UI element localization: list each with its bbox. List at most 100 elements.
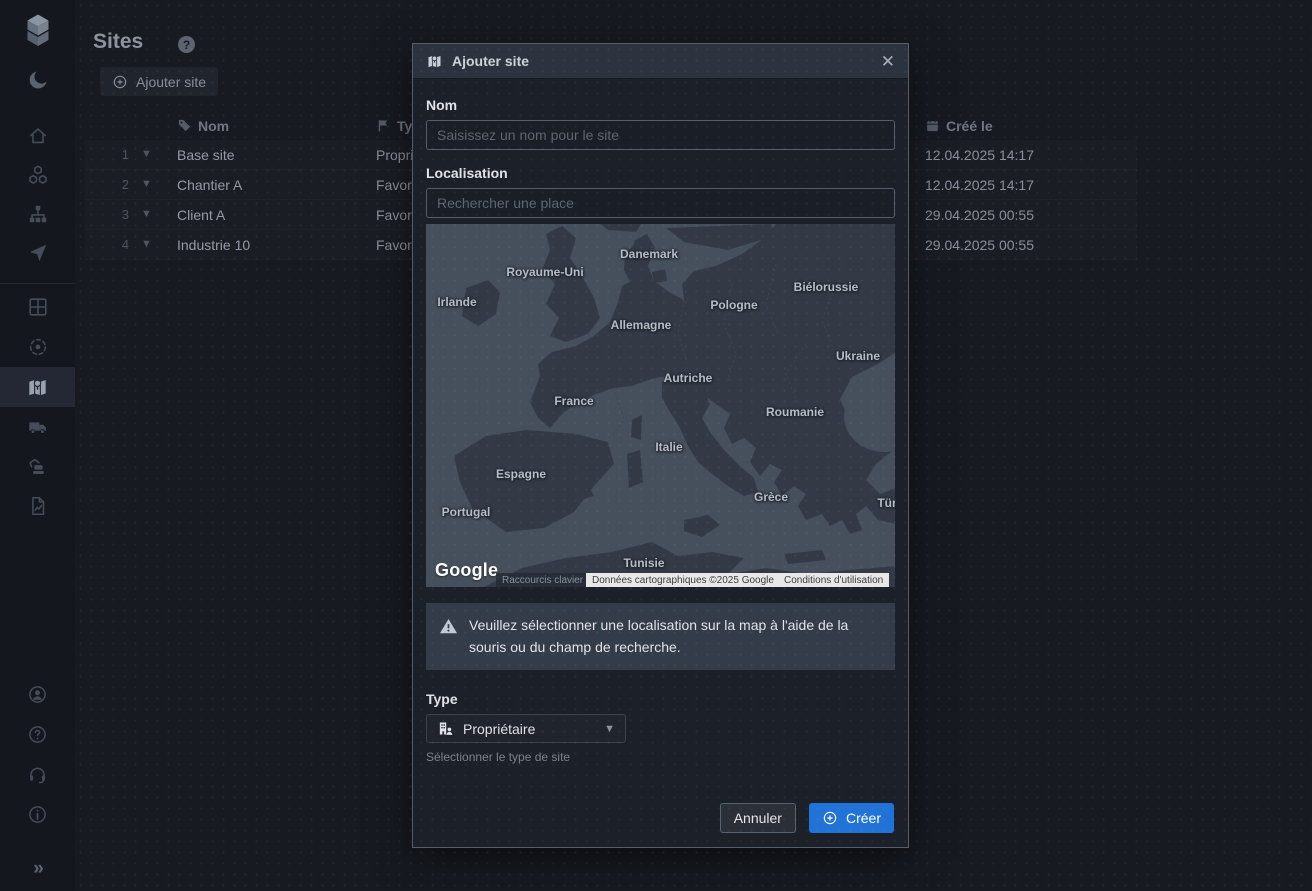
- map-keyboard-shortcuts[interactable]: Raccourcis clavier: [496, 573, 589, 587]
- site-type-cell: Favori: [376, 207, 415, 223]
- create-button[interactable]: Créer: [809, 803, 894, 833]
- site-name-input[interactable]: [426, 120, 895, 150]
- add-site-button-label: Ajouter site: [136, 74, 206, 90]
- map-country-label: Tür: [877, 496, 895, 510]
- moon-dark-mode-icon: [26, 68, 50, 92]
- map-terms-link[interactable]: Conditions d'utilisation: [778, 573, 889, 587]
- create-button-label: Créer: [846, 810, 881, 826]
- home-icon: [27, 125, 49, 147]
- sidebar: »: [0, 0, 75, 891]
- sidebar-item-support[interactable]: [0, 755, 75, 793]
- plus-circle-icon: [112, 74, 128, 90]
- map-country-label: Biélorussie: [794, 280, 859, 294]
- map-attribution: Données cartographiques ©2025 Google: [586, 573, 780, 587]
- sidebar-item-vehicles[interactable]: [0, 408, 75, 446]
- flag-icon: [376, 118, 391, 136]
- map-pin-icon: [426, 53, 443, 70]
- map-country-label: Roumanie: [766, 405, 824, 419]
- add-site-modal: Ajouter site ✕ Nom Localisation: [412, 43, 909, 848]
- cancel-button[interactable]: Annuler: [720, 803, 796, 833]
- site-created-cell: 29.04.2025 00:55: [925, 207, 1034, 223]
- tag-icon: [177, 118, 192, 136]
- building-owner-icon: [437, 720, 454, 737]
- google-map[interactable]: Irlande Royaume-Uni Danemark Pologne Biéloru…: [426, 224, 895, 587]
- site-name-cell[interactable]: Chantier A: [177, 177, 242, 193]
- sidebar-item-navigation[interactable]: [0, 234, 75, 272]
- type-field-label: Type: [426, 691, 895, 707]
- sidebar-item-target[interactable]: [0, 328, 75, 366]
- row-expand-caret-icon[interactable]: ▼: [141, 208, 152, 220]
- target-focus-icon: [27, 336, 49, 358]
- close-icon: ✕: [881, 52, 895, 71]
- chevrons-right-icon: »: [33, 858, 42, 880]
- sidebar-item-hierarchy[interactable]: [0, 195, 75, 233]
- app-logo-cube-icon: [20, 9, 56, 53]
- headset-support-icon: [27, 764, 48, 785]
- map-sites-icon: [26, 376, 49, 399]
- location-search-input[interactable]: [426, 188, 895, 218]
- map-country-label: Grèce: [754, 490, 788, 504]
- info-circle-icon: [27, 804, 48, 825]
- map-country-label: Portugal: [442, 505, 491, 519]
- sidebar-item-profile[interactable]: [0, 675, 75, 713]
- sidebar-item-dashboard[interactable]: [0, 288, 75, 326]
- sidebar-item-sites[interactable]: [0, 367, 75, 407]
- sidebar-expand-button[interactable]: »: [0, 850, 75, 888]
- column-header-name[interactable]: Nom: [198, 118, 229, 134]
- map-country-label: Royaume-Uni: [506, 265, 583, 279]
- add-site-button[interactable]: Ajouter site: [100, 67, 218, 96]
- calendar-icon: [925, 118, 940, 136]
- sidebar-item-machines[interactable]: [0, 447, 75, 485]
- user-circle-icon: [27, 684, 48, 705]
- map-country-label: Pologne: [710, 298, 757, 312]
- grid-layout-icon: [27, 296, 49, 318]
- map-country-label: Tunisie: [623, 556, 664, 570]
- sitemap-hierarchy-icon: [27, 203, 49, 225]
- cubes-modules-icon: [27, 164, 49, 186]
- row-expand-caret-icon[interactable]: ▼: [141, 178, 152, 190]
- location-arrow-icon: [27, 242, 49, 264]
- site-name-cell[interactable]: Client A: [177, 207, 225, 223]
- google-logo[interactable]: Google: [435, 560, 498, 581]
- sidebar-item-home[interactable]: [0, 117, 75, 155]
- site-name-cell[interactable]: Base site: [177, 147, 235, 163]
- chevron-down-icon: ▼: [604, 723, 615, 735]
- excavator-icon: [27, 455, 49, 477]
- map-country-label: Italie: [655, 440, 682, 454]
- sidebar-item-dark-mode[interactable]: [0, 61, 75, 99]
- map-country-label: Ukraine: [836, 349, 880, 363]
- file-report-icon: [27, 495, 49, 517]
- site-created-cell: 29.04.2025 00:55: [925, 237, 1034, 253]
- map-country-label: France: [554, 394, 593, 408]
- page-title: Sites: [93, 30, 143, 54]
- sidebar-item-help[interactable]: [0, 715, 75, 753]
- location-warning-text: Veuillez sélectionner une localisation s…: [469, 615, 882, 658]
- modal-body: Nom Localisation: [413, 79, 908, 848]
- map-country-label: Autriche: [664, 371, 713, 385]
- modal-footer: Annuler Créer: [720, 803, 894, 833]
- site-created-cell: 12.04.2025 14:17: [925, 177, 1034, 193]
- site-type-cell: Favori: [376, 177, 415, 193]
- site-type-select[interactable]: Propriétaire ▼: [426, 714, 626, 743]
- map-country-label: Allemagne: [611, 318, 672, 332]
- sidebar-item-info[interactable]: [0, 795, 75, 833]
- location-field-label: Localisation: [426, 165, 895, 181]
- map-country-label: Espagne: [496, 467, 546, 481]
- sidebar-item-reports[interactable]: [0, 487, 75, 525]
- row-expand-caret-icon[interactable]: ▼: [141, 148, 152, 160]
- site-type-value: Propriétaire: [463, 721, 535, 737]
- site-type-cell: Favori: [376, 237, 415, 253]
- map-country-label: Danemark: [620, 247, 678, 261]
- sidebar-divider: [0, 283, 75, 284]
- modal-close-button[interactable]: ✕: [881, 53, 895, 70]
- page-help-icon[interactable]: ?: [178, 36, 195, 53]
- sidebar-item-modules[interactable]: [0, 156, 75, 194]
- site-name-cell[interactable]: Industrie 10: [177, 237, 250, 253]
- modal-header: Ajouter site ✕: [413, 44, 908, 79]
- row-number: 4: [103, 237, 129, 252]
- app-logo[interactable]: [0, 8, 75, 54]
- map-terrain: [426, 224, 895, 587]
- map-country-label: Irlande: [437, 295, 476, 309]
- row-expand-caret-icon[interactable]: ▼: [141, 238, 152, 250]
- column-header-created[interactable]: Créé le: [946, 118, 993, 134]
